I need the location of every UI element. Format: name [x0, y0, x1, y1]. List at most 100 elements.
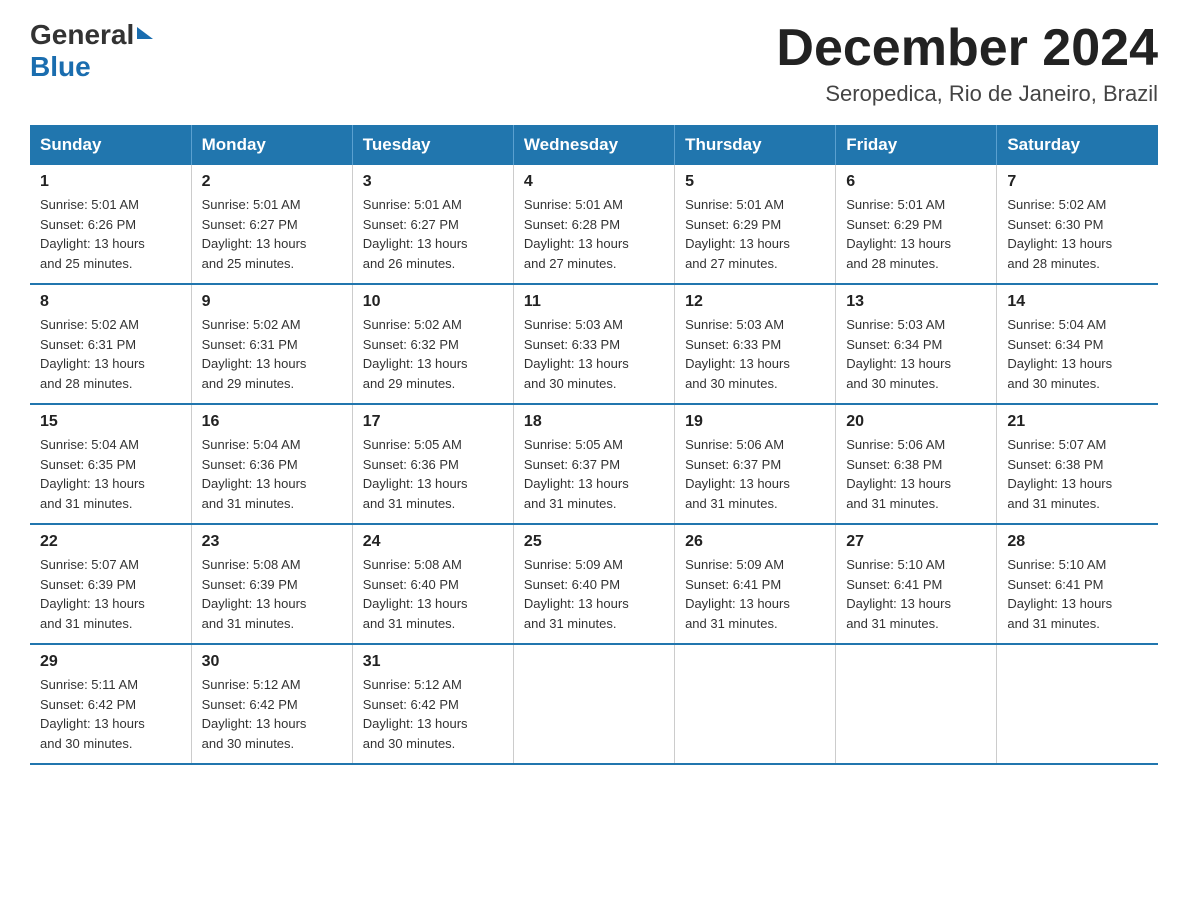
- day-number: 29: [40, 653, 181, 671]
- day-number: 7: [1007, 173, 1148, 191]
- day-number: 30: [202, 653, 342, 671]
- day-cell: 24 Sunrise: 5:08 AM Sunset: 6:40 PM Dayl…: [352, 524, 513, 644]
- header-tuesday: Tuesday: [352, 125, 513, 165]
- day-number: 5: [685, 173, 825, 191]
- day-number: 20: [846, 413, 986, 431]
- calendar-table: SundayMondayTuesdayWednesdayThursdayFrid…: [30, 125, 1158, 765]
- day-info: Sunrise: 5:02 AM Sunset: 6:32 PM Dayligh…: [363, 315, 503, 393]
- day-number: 22: [40, 533, 181, 551]
- day-cell: 14 Sunrise: 5:04 AM Sunset: 6:34 PM Dayl…: [997, 284, 1158, 404]
- day-info: Sunrise: 5:03 AM Sunset: 6:33 PM Dayligh…: [685, 315, 825, 393]
- week-row-5: 29 Sunrise: 5:11 AM Sunset: 6:42 PM Dayl…: [30, 644, 1158, 764]
- day-cell: 16 Sunrise: 5:04 AM Sunset: 6:36 PM Dayl…: [191, 404, 352, 524]
- page-header: General Blue December 2024 Seropedica, R…: [30, 20, 1158, 107]
- day-info: Sunrise: 5:12 AM Sunset: 6:42 PM Dayligh…: [363, 675, 503, 753]
- day-cell: 19 Sunrise: 5:06 AM Sunset: 6:37 PM Dayl…: [675, 404, 836, 524]
- day-info: Sunrise: 5:07 AM Sunset: 6:39 PM Dayligh…: [40, 555, 181, 633]
- day-number: 8: [40, 293, 181, 311]
- logo-blue-text: Blue: [30, 51, 91, 83]
- day-number: 1: [40, 173, 181, 191]
- day-cell: 18 Sunrise: 5:05 AM Sunset: 6:37 PM Dayl…: [513, 404, 674, 524]
- week-row-4: 22 Sunrise: 5:07 AM Sunset: 6:39 PM Dayl…: [30, 524, 1158, 644]
- day-number: 14: [1007, 293, 1148, 311]
- day-number: 10: [363, 293, 503, 311]
- header-sunday: Sunday: [30, 125, 191, 165]
- day-info: Sunrise: 5:12 AM Sunset: 6:42 PM Dayligh…: [202, 675, 342, 753]
- calendar-header: SundayMondayTuesdayWednesdayThursdayFrid…: [30, 125, 1158, 165]
- day-info: Sunrise: 5:10 AM Sunset: 6:41 PM Dayligh…: [846, 555, 986, 633]
- day-cell: 1 Sunrise: 5:01 AM Sunset: 6:26 PM Dayli…: [30, 165, 191, 284]
- day-number: 15: [40, 413, 181, 431]
- day-info: Sunrise: 5:05 AM Sunset: 6:36 PM Dayligh…: [363, 435, 503, 513]
- week-row-2: 8 Sunrise: 5:02 AM Sunset: 6:31 PM Dayli…: [30, 284, 1158, 404]
- day-cell: 31 Sunrise: 5:12 AM Sunset: 6:42 PM Dayl…: [352, 644, 513, 764]
- day-number: 28: [1007, 533, 1148, 551]
- day-info: Sunrise: 5:09 AM Sunset: 6:41 PM Dayligh…: [685, 555, 825, 633]
- day-cell: 6 Sunrise: 5:01 AM Sunset: 6:29 PM Dayli…: [836, 165, 997, 284]
- day-info: Sunrise: 5:01 AM Sunset: 6:29 PM Dayligh…: [846, 195, 986, 273]
- day-number: 11: [524, 293, 664, 311]
- day-info: Sunrise: 5:02 AM Sunset: 6:31 PM Dayligh…: [40, 315, 181, 393]
- header-wednesday: Wednesday: [513, 125, 674, 165]
- header-monday: Monday: [191, 125, 352, 165]
- logo-triangle-icon: [137, 27, 153, 39]
- day-number: 13: [846, 293, 986, 311]
- day-number: 27: [846, 533, 986, 551]
- day-cell: 23 Sunrise: 5:08 AM Sunset: 6:39 PM Dayl…: [191, 524, 352, 644]
- day-info: Sunrise: 5:09 AM Sunset: 6:40 PM Dayligh…: [524, 555, 664, 633]
- day-number: 19: [685, 413, 825, 431]
- day-cell: [836, 644, 997, 764]
- day-cell: 27 Sunrise: 5:10 AM Sunset: 6:41 PM Dayl…: [836, 524, 997, 644]
- day-cell: 28 Sunrise: 5:10 AM Sunset: 6:41 PM Dayl…: [997, 524, 1158, 644]
- day-number: 17: [363, 413, 503, 431]
- header-saturday: Saturday: [997, 125, 1158, 165]
- day-cell: 9 Sunrise: 5:02 AM Sunset: 6:31 PM Dayli…: [191, 284, 352, 404]
- day-info: Sunrise: 5:06 AM Sunset: 6:38 PM Dayligh…: [846, 435, 986, 513]
- month-title: December 2024: [776, 20, 1158, 77]
- day-cell: 21 Sunrise: 5:07 AM Sunset: 6:38 PM Dayl…: [997, 404, 1158, 524]
- day-info: Sunrise: 5:04 AM Sunset: 6:34 PM Dayligh…: [1007, 315, 1148, 393]
- day-cell: 22 Sunrise: 5:07 AM Sunset: 6:39 PM Dayl…: [30, 524, 191, 644]
- day-number: 2: [202, 173, 342, 191]
- day-cell: [675, 644, 836, 764]
- day-cell: 25 Sunrise: 5:09 AM Sunset: 6:40 PM Dayl…: [513, 524, 674, 644]
- day-info: Sunrise: 5:10 AM Sunset: 6:41 PM Dayligh…: [1007, 555, 1148, 633]
- day-info: Sunrise: 5:04 AM Sunset: 6:35 PM Dayligh…: [40, 435, 181, 513]
- location-subtitle: Seropedica, Rio de Janeiro, Brazil: [776, 81, 1158, 107]
- day-number: 31: [363, 653, 503, 671]
- day-info: Sunrise: 5:04 AM Sunset: 6:36 PM Dayligh…: [202, 435, 342, 513]
- day-info: Sunrise: 5:03 AM Sunset: 6:33 PM Dayligh…: [524, 315, 664, 393]
- day-cell: 11 Sunrise: 5:03 AM Sunset: 6:33 PM Dayl…: [513, 284, 674, 404]
- day-number: 4: [524, 173, 664, 191]
- day-cell: 5 Sunrise: 5:01 AM Sunset: 6:29 PM Dayli…: [675, 165, 836, 284]
- day-cell: 26 Sunrise: 5:09 AM Sunset: 6:41 PM Dayl…: [675, 524, 836, 644]
- day-number: 26: [685, 533, 825, 551]
- day-number: 3: [363, 173, 503, 191]
- day-info: Sunrise: 5:02 AM Sunset: 6:31 PM Dayligh…: [202, 315, 342, 393]
- header-friday: Friday: [836, 125, 997, 165]
- day-number: 24: [363, 533, 503, 551]
- day-cell: 13 Sunrise: 5:03 AM Sunset: 6:34 PM Dayl…: [836, 284, 997, 404]
- day-number: 18: [524, 413, 664, 431]
- title-block: December 2024 Seropedica, Rio de Janeiro…: [776, 20, 1158, 107]
- day-cell: [997, 644, 1158, 764]
- day-cell: 12 Sunrise: 5:03 AM Sunset: 6:33 PM Dayl…: [675, 284, 836, 404]
- day-cell: 8 Sunrise: 5:02 AM Sunset: 6:31 PM Dayli…: [30, 284, 191, 404]
- day-number: 21: [1007, 413, 1148, 431]
- logo-general-text: General: [30, 20, 153, 51]
- header-row: SundayMondayTuesdayWednesdayThursdayFrid…: [30, 125, 1158, 165]
- day-info: Sunrise: 5:01 AM Sunset: 6:27 PM Dayligh…: [363, 195, 503, 273]
- day-info: Sunrise: 5:01 AM Sunset: 6:27 PM Dayligh…: [202, 195, 342, 273]
- day-info: Sunrise: 5:07 AM Sunset: 6:38 PM Dayligh…: [1007, 435, 1148, 513]
- day-cell: 10 Sunrise: 5:02 AM Sunset: 6:32 PM Dayl…: [352, 284, 513, 404]
- day-number: 25: [524, 533, 664, 551]
- day-info: Sunrise: 5:05 AM Sunset: 6:37 PM Dayligh…: [524, 435, 664, 513]
- day-info: Sunrise: 5:01 AM Sunset: 6:26 PM Dayligh…: [40, 195, 181, 273]
- day-cell: 7 Sunrise: 5:02 AM Sunset: 6:30 PM Dayli…: [997, 165, 1158, 284]
- day-cell: 2 Sunrise: 5:01 AM Sunset: 6:27 PM Dayli…: [191, 165, 352, 284]
- day-number: 16: [202, 413, 342, 431]
- day-info: Sunrise: 5:01 AM Sunset: 6:29 PM Dayligh…: [685, 195, 825, 273]
- day-info: Sunrise: 5:02 AM Sunset: 6:30 PM Dayligh…: [1007, 195, 1148, 273]
- calendar-body: 1 Sunrise: 5:01 AM Sunset: 6:26 PM Dayli…: [30, 165, 1158, 764]
- day-number: 23: [202, 533, 342, 551]
